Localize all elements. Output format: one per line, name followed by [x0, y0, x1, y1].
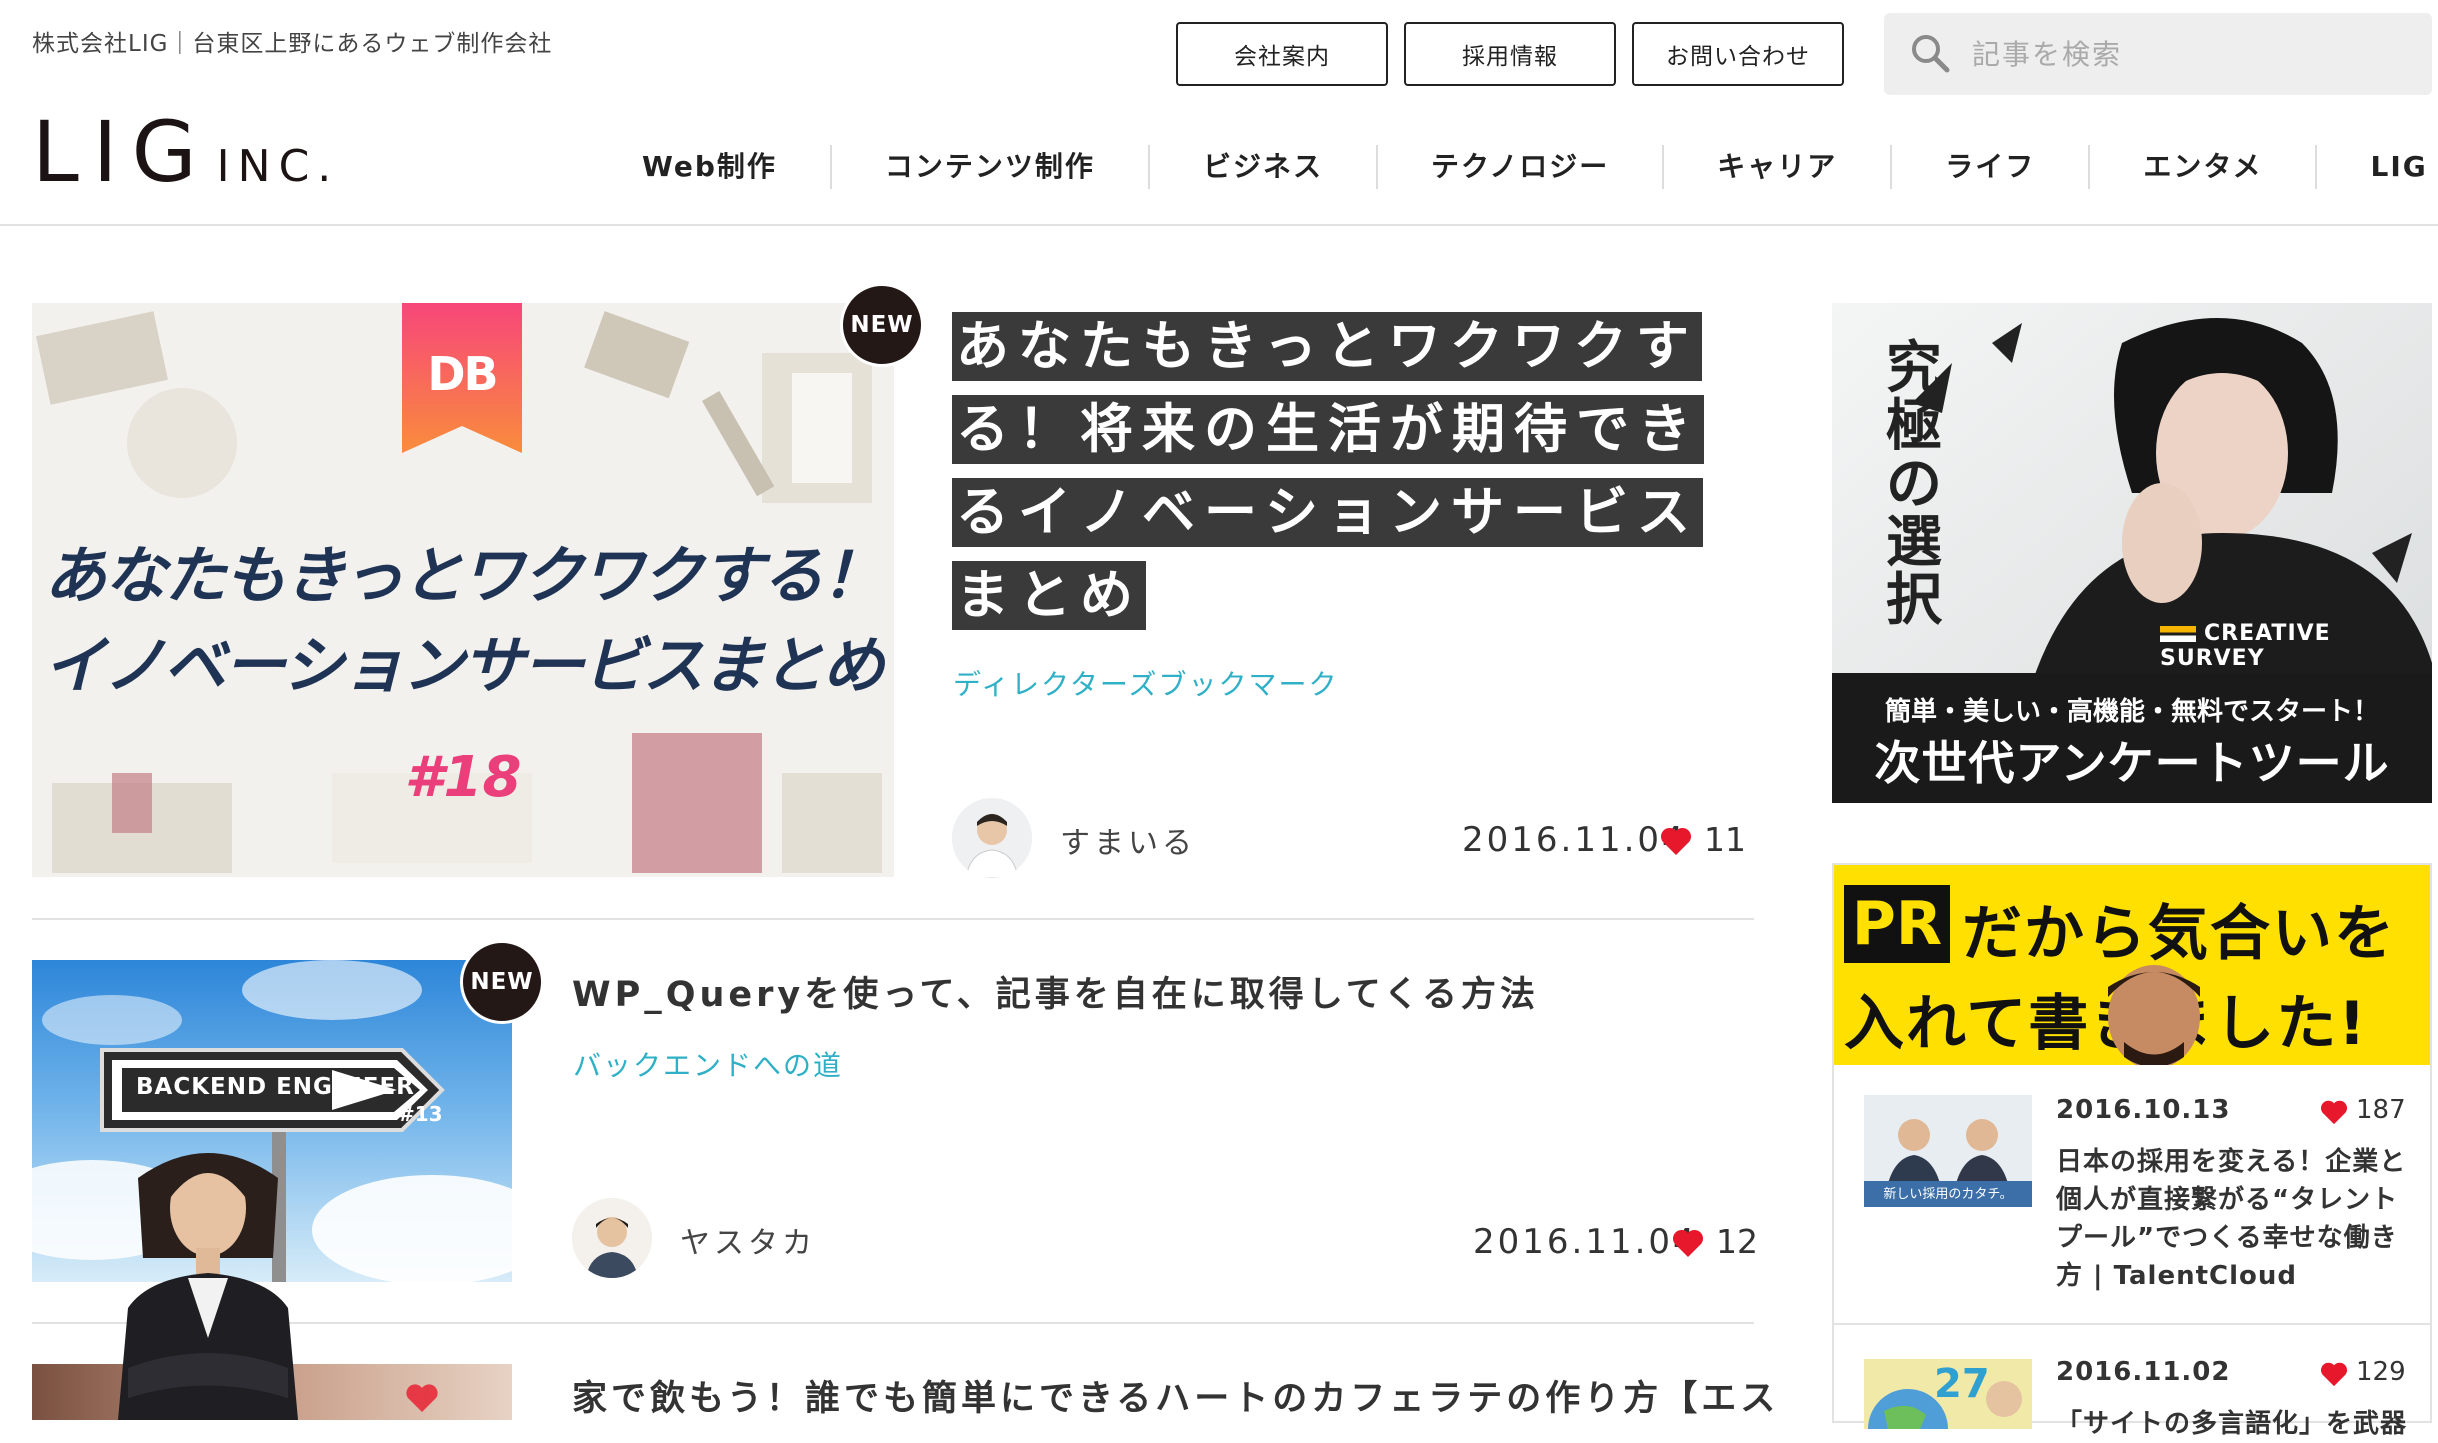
- pr-item-thumbnail[interactable]: 新しい採用のカタチ。: [1864, 1095, 2032, 1207]
- like-count: 12: [1716, 1222, 1758, 1261]
- author-avatar[interactable]: [952, 798, 1032, 878]
- article-date: 2016.11.04: [1473, 1222, 1698, 1262]
- pr-divider: [1834, 1323, 2430, 1325]
- man-face-illustration: [2108, 965, 2200, 1065]
- pr-item-thumbnail[interactable]: 27: [1864, 1359, 2032, 1429]
- author-name[interactable]: ヤスタカ: [680, 1218, 816, 1262]
- nav-item-life[interactable]: ライフ: [1890, 145, 2088, 189]
- thumb-heading-line2: イノベーションサービスまとめ: [43, 629, 885, 702]
- businesswoman-figure: [118, 1153, 298, 1420]
- pr-item-title[interactable]: 日本の採用を変える！企業と個人が直接繋がる“タレントプール”でつくる幸せな働き方…: [2056, 1143, 2416, 1295]
- author-name[interactable]: すまいる: [1060, 818, 1196, 862]
- article-category[interactable]: ディレクターズブックマーク: [953, 663, 1339, 703]
- article-title[interactable]: WP_Queryを使って、記事を自在に取得してくる方法: [572, 966, 1539, 1017]
- thumb-number: #18: [404, 745, 522, 810]
- article-thumbnail[interactable]: DB あなたもきっとワクワクする！ イノベーションサービスまとめ #18: [32, 303, 894, 877]
- thumb-sign-number: #13: [398, 1102, 443, 1126]
- thumb-sign-text: BACKEND ENGINEER: [136, 1074, 415, 1100]
- site-tagline: 株式会社LIG｜台東区上野にあるウェブ制作会社: [32, 31, 553, 57]
- pr-item-date: 2016.10.13: [2056, 1095, 2231, 1125]
- pr-banner[interactable]: PR だから気合いを 入れて書きました!: [1834, 865, 2430, 1065]
- pr-widget: PR だから気合いを 入れて書きました! 新しい採用のカタチ。 2016.10.…: [1832, 863, 2432, 1439]
- recruit-button[interactable]: 採用情報: [1404, 22, 1616, 86]
- pr-thumb-caption: 27: [1934, 1361, 1990, 1407]
- article-category[interactable]: バックエンドへの道: [573, 1044, 843, 1084]
- logo-main: LIG: [32, 103, 211, 201]
- article-title[interactable]: あなたもきっとワクワクする！将来の生活が期待できるイノベーションサービスまとめ: [952, 305, 1732, 637]
- logo-sub: INC.: [216, 141, 340, 192]
- thumb-heading-line1: あなたもきっとワクワクする！: [44, 539, 884, 612]
- ribbon-label: DB: [427, 347, 498, 401]
- new-badge: NEW: [460, 940, 544, 1024]
- ad-headline: 次世代アンケートツール: [1874, 736, 2390, 790]
- search-icon: [1912, 35, 1950, 73]
- like-count: 11: [1704, 820, 1746, 859]
- heart-icon[interactable]: [2320, 1361, 2348, 1387]
- heart-icon[interactable]: [1672, 1228, 1704, 1258]
- pr-tag: PR: [1844, 885, 1950, 963]
- nav-item-career[interactable]: キャリア: [1662, 145, 1890, 189]
- nav-item-lig[interactable]: LIG: [2315, 145, 2438, 189]
- article-date: 2016.11.04: [1462, 820, 1687, 860]
- heart-icon[interactable]: [2320, 1099, 2348, 1125]
- contact-button[interactable]: お問い合わせ: [1632, 22, 1844, 86]
- person-icon: [572, 1198, 652, 1278]
- thumb-heading: あなたもきっとワクワクする！ イノベーションサービスまとめ: [32, 531, 894, 711]
- creative-survey-ad[interactable]: 究極の選択 CREATIVE SURVEY 簡単・美しい・高機能・無料でスタート…: [1832, 303, 2432, 803]
- pr-item-date: 2016.11.02: [2056, 1357, 2231, 1387]
- article-title[interactable]: 家で飲もう！誰でも簡単にできるハートのカフェラテの作り方【エス: [572, 1370, 1779, 1421]
- pr-item-title[interactable]: 「サイトの多言語化」を武器: [2056, 1405, 2416, 1443]
- nav-item-web[interactable]: Web制作: [600, 145, 830, 189]
- article-title-text[interactable]: あなたもきっとワクワクする！将来の生活が期待できるイノベーションサービスまとめ: [952, 312, 1704, 630]
- nav-item-contents[interactable]: コンテンツ制作: [829, 145, 1148, 189]
- main-nav: Web制作 コンテンツ制作 ビジネス テクノロジー キャリア ライフ エンタメ …: [600, 142, 2438, 192]
- ad-subline: 簡単・美しい・高機能・無料でスタート！: [1884, 697, 2379, 727]
- brand-logo-icon: [2160, 626, 2196, 642]
- article-divider: [32, 918, 1754, 920]
- new-badge: NEW: [840, 283, 924, 367]
- author-avatar[interactable]: [572, 1198, 652, 1278]
- person-icon: [952, 798, 1032, 878]
- site-logo[interactable]: LIG INC.: [32, 110, 339, 194]
- ad-brand: CREATIVE SURVEY: [2160, 621, 2432, 671]
- like-count: 129: [2356, 1357, 2406, 1387]
- site-header: 株式会社LIG｜台東区上野にあるウェブ制作会社 LIG INC. 会社案内 採用情…: [0, 0, 2438, 226]
- ad-vertical-text: 究極の選択: [1886, 335, 1942, 633]
- search-input[interactable]: [1970, 13, 2410, 95]
- like-count: 187: [2356, 1095, 2406, 1125]
- search-box[interactable]: [1884, 13, 2432, 95]
- pr-thumb-caption: 新しい採用のカタチ。: [1883, 1187, 2013, 1202]
- nav-item-business[interactable]: ビジネス: [1147, 145, 1376, 189]
- heart-icon[interactable]: [1660, 826, 1692, 856]
- company-info-button[interactable]: 会社案内: [1176, 22, 1388, 86]
- nav-item-technology[interactable]: テクノロジー: [1375, 145, 1662, 189]
- nav-item-entertainment[interactable]: エンタメ: [2088, 145, 2315, 189]
